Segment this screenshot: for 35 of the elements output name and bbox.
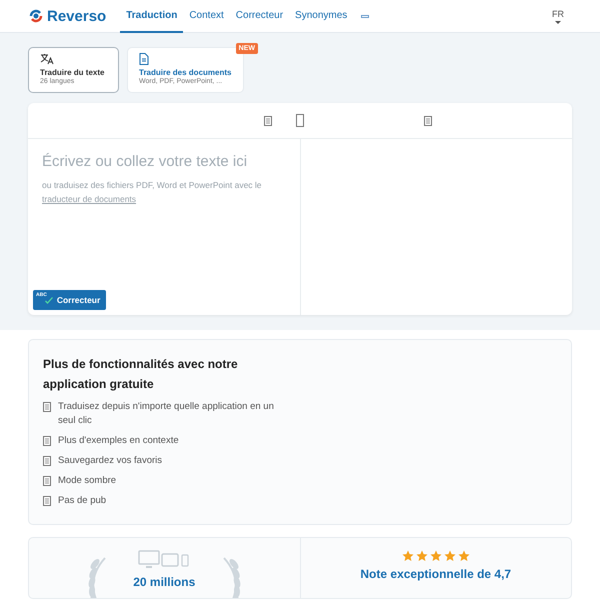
translate-icon (40, 53, 54, 65)
logo-text[interactable]: Reverso (47, 8, 106, 24)
feature-text: Traduisez depuis n'importe quelle application en un seul clic (58, 400, 275, 428)
source-language-icon[interactable] (264, 116, 272, 126)
mode-title: Traduire des documents (139, 67, 232, 78)
hint-text: ou traduisez des fichiers PDF, Word et PowerPoint avec le traducteur de documents (42, 179, 263, 206)
mode-title: Traduire du texte (40, 67, 106, 78)
logo-icon[interactable] (28, 8, 44, 24)
feature-text: Sauvegardez vos favoris (58, 454, 162, 468)
feature-icon (43, 476, 51, 486)
nav-tab[interactable]: Synonymes (289, 0, 354, 32)
caret-icon[interactable] (555, 20, 561, 24)
star-icon (416, 550, 428, 562)
features-title: Plus de fonctionnalités avec notre application gratuite (43, 356, 239, 393)
feature-icon (43, 402, 51, 412)
star-icon (402, 550, 414, 562)
feature-text: Mode sombre (58, 474, 116, 488)
target-language-icon[interactable] (424, 116, 432, 126)
feature-icon (43, 496, 51, 506)
feature-icon (43, 456, 51, 466)
check-icon (44, 296, 53, 304)
nav-tab[interactable]: Context (183, 0, 230, 32)
feature-text: Plus d'exemples en contexte (58, 434, 179, 448)
nav-tab[interactable]: Correcteur (230, 0, 290, 32)
document-icon (139, 53, 149, 65)
star-icon (430, 550, 442, 562)
stat-title: Note exceptionnelle de 4,7 (360, 567, 512, 581)
feature-text: Pas de pub (58, 494, 106, 508)
more-icon[interactable] (361, 14, 370, 18)
devices-icon (138, 550, 190, 570)
star-icon (458, 550, 470, 562)
language-selector[interactable]: FR (552, 8, 564, 18)
star-icon (444, 550, 456, 562)
feature-icon (43, 436, 51, 446)
stat-title: 20 millions (133, 575, 196, 589)
